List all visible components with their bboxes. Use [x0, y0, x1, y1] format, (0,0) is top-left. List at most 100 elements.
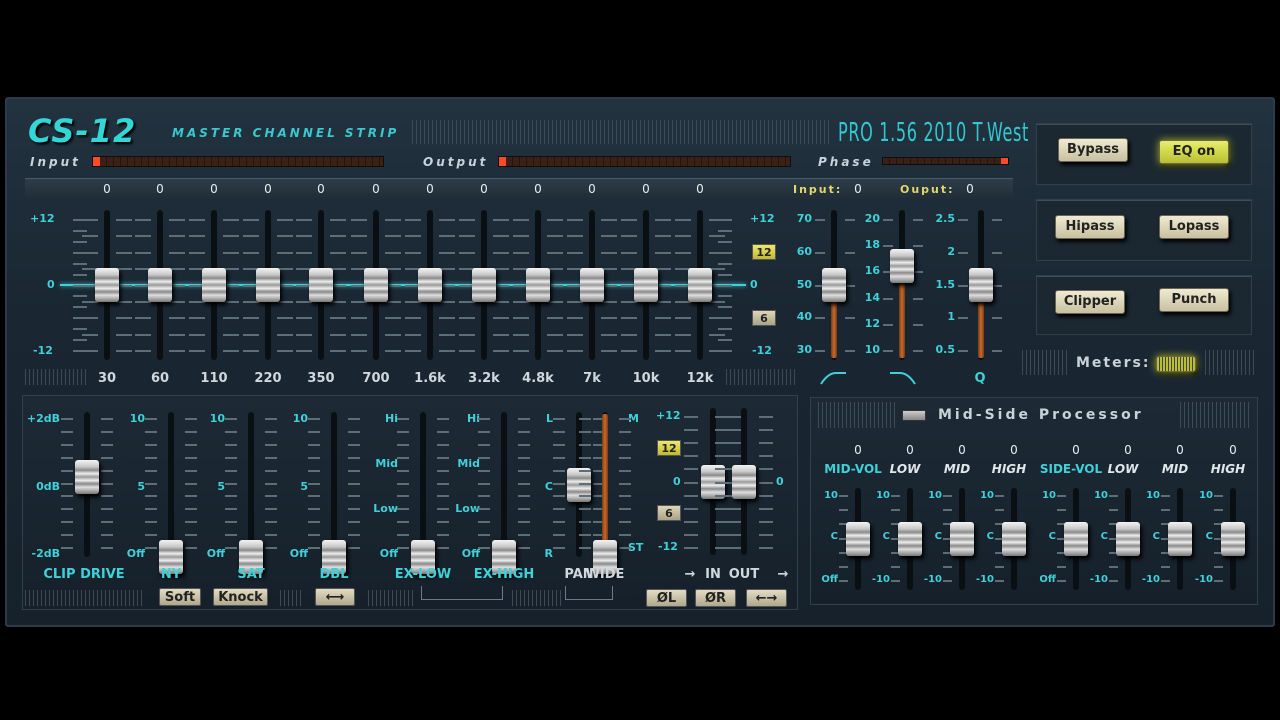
scale-tick — [1213, 509, 1223, 512]
eq-band-350-knob[interactable] — [309, 268, 333, 302]
scale-tick — [518, 534, 530, 537]
q-fader-knob[interactable] — [969, 268, 993, 302]
lopass-fader-knob[interactable] — [890, 248, 914, 283]
scale-tick — [330, 300, 346, 303]
scale-tick — [815, 251, 825, 254]
scale-tick — [1213, 495, 1223, 497]
scale-tick — [883, 245, 893, 248]
scale-tick — [718, 350, 732, 352]
out-gain-fader-knob[interactable] — [732, 464, 756, 499]
eq-band-value: 0 — [534, 182, 542, 196]
q-scale-label: 2.5 — [935, 212, 956, 225]
ms-side-vol-fader-knob[interactable] — [1064, 522, 1088, 556]
q-scale-label: 1 — [947, 310, 955, 324]
scale-tick — [883, 323, 893, 326]
scale-tick — [709, 235, 725, 238]
scale-tick — [308, 443, 320, 446]
scale-tick — [405, 235, 421, 238]
scale-tick — [493, 333, 509, 336]
eq-band-110-knob[interactable] — [202, 268, 226, 302]
meters-toggle[interactable] — [1156, 356, 1196, 372]
scale-tick — [883, 350, 893, 352]
ms-mid-vol-fader-knob[interactable] — [846, 522, 870, 556]
ms-mid-fader-knob[interactable] — [950, 522, 974, 556]
eq-band-220-knob[interactable] — [256, 268, 280, 302]
ny-label: NY — [160, 567, 182, 582]
scale-tick — [101, 495, 113, 498]
bypass-button[interactable]: Bypass — [1058, 138, 1128, 162]
scale-tick — [1108, 495, 1118, 497]
lopass-button[interactable]: Lopass — [1159, 215, 1229, 239]
scale-tick — [73, 219, 87, 221]
scale-tick — [579, 495, 591, 498]
scale-tick — [728, 547, 742, 549]
eq-band-4.8k-knob[interactable] — [526, 268, 550, 302]
scale-tick — [308, 521, 320, 524]
scale-tick — [567, 350, 583, 352]
scale-tick — [437, 443, 449, 446]
clip-drive-fader-knob[interactable] — [75, 460, 99, 495]
io-scale-right-zero: 0 — [776, 475, 784, 488]
scale-tick — [513, 350, 529, 352]
ms-high-fader-knob[interactable] — [1002, 522, 1026, 556]
ex-high-fader-track[interactable] — [501, 412, 507, 557]
hipass-fader-knob[interactable] — [822, 268, 846, 302]
phase-invert-right-button[interactable]: ØR — [695, 589, 736, 607]
eq-band-700-knob[interactable] — [364, 268, 388, 302]
ny-fader-track[interactable] — [168, 412, 174, 557]
eq-range-12-button[interactable]: 12 — [752, 244, 776, 260]
io-range-12-button[interactable]: 12 — [657, 440, 681, 456]
soft-button[interactable]: Soft — [159, 588, 201, 606]
swap-channels-button[interactable]: ←→ — [746, 589, 787, 607]
scale-tick — [715, 429, 729, 432]
ex-low-fader-track[interactable] — [420, 412, 426, 557]
dbl-stereo-button[interactable]: ⟷ — [315, 588, 355, 606]
scale-tick — [601, 350, 617, 352]
io-range-6-button[interactable]: 6 — [657, 505, 681, 521]
scale-tick — [992, 251, 1002, 254]
ms-channel-label: HIGH — [991, 462, 1027, 476]
eq-band-60-knob[interactable] — [148, 268, 172, 302]
scale-tick — [553, 482, 565, 485]
scale-tick — [296, 317, 312, 320]
scale-tick — [225, 508, 237, 511]
ms-scale-label: 10 — [1094, 490, 1108, 501]
eq-band-30-knob[interactable] — [95, 268, 119, 302]
scale-tick — [845, 317, 855, 320]
scale-tick — [61, 482, 73, 485]
ms-low-fader-knob[interactable] — [898, 522, 922, 556]
scale-tick — [883, 297, 893, 300]
eq-on-button[interactable]: EQ on — [1159, 140, 1229, 164]
scale-tick — [116, 251, 132, 254]
scale-tick — [308, 456, 320, 459]
scale-tick — [518, 430, 530, 433]
sat-fader-track[interactable] — [248, 412, 254, 557]
ms-low-fader-knob[interactable] — [1116, 522, 1140, 556]
eq-range-6-button[interactable]: 6 — [752, 310, 776, 326]
scale-tick — [437, 547, 449, 549]
punch-button[interactable]: Punch — [1159, 288, 1229, 312]
scale-tick — [619, 495, 631, 498]
input-meter — [92, 156, 384, 167]
eq-band-7k-knob[interactable] — [580, 268, 604, 302]
scale-tick — [397, 495, 409, 498]
mid-side-toggle[interactable] — [902, 410, 926, 421]
phase-invert-left-button[interactable]: ØL — [646, 589, 687, 607]
ms-mid-fader-knob[interactable] — [1168, 522, 1192, 556]
dbl-fader-track[interactable] — [331, 412, 337, 557]
scale-tick — [579, 547, 591, 549]
ms-high-fader-knob[interactable] — [1221, 522, 1245, 556]
eq-band-12k-knob[interactable] — [688, 268, 712, 302]
clipper-button[interactable]: Clipper — [1055, 290, 1125, 314]
scale-tick — [518, 495, 530, 498]
scale-tick — [348, 418, 360, 420]
eq-band-3.2k-knob[interactable] — [472, 268, 496, 302]
scale-tick — [493, 350, 509, 352]
scale-tick — [135, 251, 151, 254]
eq-band-1.6k-knob[interactable] — [418, 268, 442, 302]
eq-band-10k-knob[interactable] — [634, 268, 658, 302]
scale-tick — [619, 521, 631, 524]
eq-output-label: Ouput: — [900, 183, 955, 196]
knock-button[interactable]: Knock — [213, 588, 268, 606]
hipass-button[interactable]: Hipass — [1055, 215, 1125, 239]
